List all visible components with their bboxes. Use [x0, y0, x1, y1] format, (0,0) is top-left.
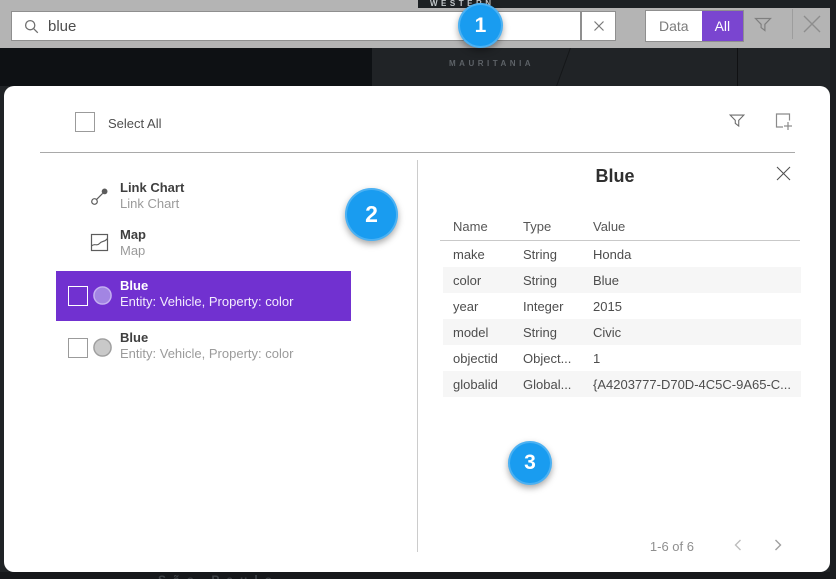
- pagination-next-button[interactable]: [772, 538, 784, 557]
- result-title: Map: [120, 227, 146, 243]
- toolbar-filter-button[interactable]: [752, 13, 774, 40]
- cell-value: 1: [593, 351, 801, 366]
- result-checkbox[interactable]: [68, 286, 88, 306]
- cell-type: String: [523, 273, 593, 288]
- cell-value: Honda: [593, 247, 801, 262]
- result-title: Blue: [120, 330, 293, 346]
- cell-value: Civic: [593, 325, 801, 340]
- pagination-range: 1-6 of 6: [560, 539, 694, 554]
- cell-name: objectid: [453, 351, 523, 366]
- map-label-bottom: São Paulo: [158, 573, 279, 579]
- cell-name: make: [453, 247, 523, 262]
- map-icon: [90, 233, 109, 257]
- result-item-blue-selected[interactable]: Blue Entity: Vehicle, Property: color: [56, 271, 351, 321]
- clear-search-button[interactable]: [581, 11, 616, 41]
- toolbar-close-button[interactable]: [799, 11, 825, 42]
- cell-name: model: [453, 325, 523, 340]
- entity-circle-icon: [92, 337, 113, 363]
- map-right-edge: [830, 0, 836, 579]
- table-row: color String Blue: [443, 267, 801, 293]
- cell-name: color: [453, 273, 523, 288]
- clear-icon: [593, 20, 605, 32]
- map-ocean-region: [0, 48, 372, 86]
- chevron-right-icon: [772, 538, 784, 552]
- attribute-table: make String Honda color String Blue year…: [443, 241, 801, 397]
- close-icon: [775, 165, 792, 182]
- list-details-divider: [417, 160, 418, 552]
- funnel-icon: [752, 13, 774, 35]
- callout-badge-1: 1: [458, 3, 503, 48]
- results-filter-button[interactable]: [727, 111, 747, 136]
- callout-badge-3: 3: [508, 441, 552, 485]
- pagination-prev-button[interactable]: [732, 538, 744, 557]
- cell-type: Object...: [523, 351, 593, 366]
- search-scope-toggle: Data All: [645, 10, 744, 42]
- result-item-map[interactable]: Map Map: [56, 223, 351, 267]
- column-header-type: Type: [523, 219, 551, 234]
- result-title: Blue: [120, 278, 293, 294]
- cell-type: String: [523, 325, 593, 340]
- close-icon: [799, 11, 825, 37]
- cell-type: String: [523, 247, 593, 262]
- result-subtitle: Map: [120, 243, 146, 259]
- app-screen: MAURITANIA WESTERN São Paulo Data All: [0, 0, 836, 579]
- add-to-selection-button[interactable]: [773, 111, 795, 138]
- search-icon: [24, 19, 39, 34]
- details-title: Blue: [440, 166, 790, 187]
- scope-option-data[interactable]: Data: [646, 11, 702, 41]
- map-bottom-strip: São Paulo: [0, 572, 836, 579]
- result-subtitle: Entity: Vehicle, Property: color: [120, 294, 293, 310]
- table-row: model String Civic: [443, 319, 801, 345]
- result-item-blue[interactable]: Blue Entity: Vehicle, Property: color: [56, 326, 351, 370]
- funnel-icon: [727, 111, 747, 131]
- details-close-button[interactable]: [775, 165, 792, 187]
- column-header-name: Name: [453, 219, 488, 234]
- callout-badge-2: 2: [345, 188, 398, 241]
- cell-value: Blue: [593, 273, 801, 288]
- select-all-label: Select All: [108, 116, 161, 131]
- map-boundary-line: [737, 48, 738, 86]
- table-row: year Integer 2015: [443, 293, 801, 319]
- select-all-checkbox[interactable]: [75, 112, 95, 132]
- cell-type: Global...: [523, 377, 593, 392]
- result-subtitle: Link Chart: [120, 196, 184, 212]
- cell-type: Integer: [523, 299, 593, 314]
- cell-value: {A4203777-D70D-4C5C-9A65-C...: [593, 377, 801, 392]
- table-row: make String Honda: [443, 241, 801, 267]
- panel-header-divider: [40, 152, 795, 153]
- cell-value: 2015: [593, 299, 801, 314]
- search-results-panel: Select All Li: [4, 86, 830, 572]
- scope-option-all[interactable]: All: [702, 11, 744, 41]
- link-chart-icon: [90, 186, 110, 211]
- add-selection-icon: [773, 111, 795, 133]
- result-title: Link Chart: [120, 180, 184, 196]
- chevron-left-icon: [732, 538, 744, 552]
- table-row: objectid Object... 1: [443, 345, 801, 371]
- cell-name: globalid: [453, 377, 523, 392]
- column-header-value: Value: [593, 219, 625, 234]
- result-item-link-chart[interactable]: Link Chart Link Chart: [56, 176, 351, 220]
- toolbar-divider: [792, 9, 793, 39]
- cell-name: year: [453, 299, 523, 314]
- result-subtitle: Entity: Vehicle, Property: color: [120, 346, 293, 362]
- map-label-mauritania: MAURITANIA: [449, 59, 534, 68]
- entity-circle-icon: [92, 285, 113, 311]
- table-row: globalid Global... {A4203777-D70D-4C5C-9…: [443, 371, 801, 397]
- map-boundary-line: [554, 43, 572, 90]
- result-checkbox[interactable]: [68, 338, 88, 358]
